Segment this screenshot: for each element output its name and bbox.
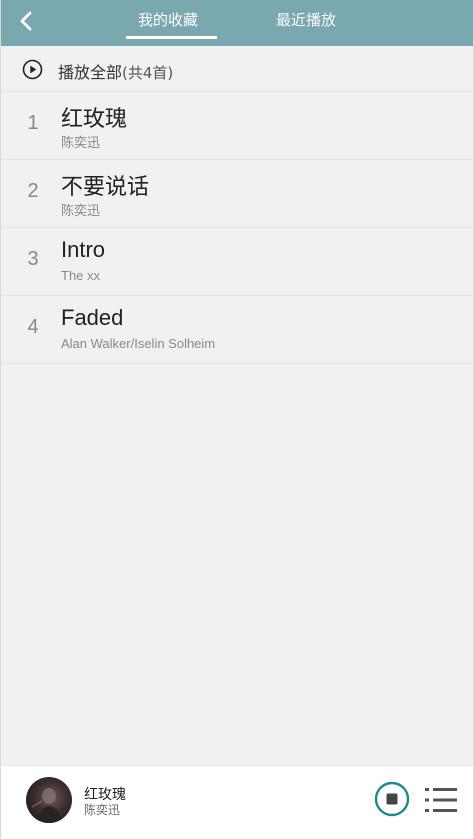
top-navigation-bar: 我的收藏 最近播放 (1, 0, 473, 46)
back-button[interactable] (15, 9, 39, 33)
album-art-image (31, 788, 63, 823)
song-title: Intro (61, 237, 106, 262)
song-index: 2 (27, 180, 39, 202)
playlist-button[interactable] (425, 786, 457, 814)
song-artist: Alan Walker/Iselin Solheim (61, 336, 216, 351)
play-all-button[interactable]: 播放全部(共4首) (1, 46, 473, 92)
song-title: 红玫瑰 (61, 106, 128, 131)
song-title: 不要说话 (61, 174, 150, 199)
album-cover[interactable] (26, 777, 72, 823)
play-all-label: 播放全部(共4首) (58, 59, 173, 83)
stop-circle-icon (374, 781, 410, 817)
song-row[interactable]: 4 Faded Alan Walker/Iselin Solheim (1, 296, 473, 364)
playlist-icon (425, 788, 457, 812)
song-title: Faded (61, 305, 124, 330)
mini-player[interactable]: 红玫瑰 陈奕迅 (1, 765, 473, 839)
song-artist: The xx (61, 268, 101, 283)
play-circle-icon (22, 59, 43, 80)
song-row[interactable]: 1 红玫瑰 陈奕迅 (1, 92, 473, 160)
active-tab-indicator (126, 36, 217, 39)
song-artist: 陈奕迅 (61, 135, 101, 150)
tab-favorites[interactable]: 我的收藏 (138, 0, 198, 46)
now-playing-artist: 陈奕迅 (84, 803, 121, 817)
song-index: 1 (27, 112, 39, 134)
play-all-text: 播放全部 (58, 63, 123, 82)
song-artist: 陈奕迅 (61, 203, 101, 218)
song-index: 3 (27, 248, 39, 270)
song-index: 4 (27, 316, 39, 338)
song-row[interactable]: 2 不要说话 陈奕迅 (1, 160, 473, 228)
stop-button[interactable] (374, 781, 410, 817)
song-count: (共4首) (122, 64, 174, 82)
tab-recent-plays[interactable]: 最近播放 (276, 0, 336, 46)
chevron-left-icon (20, 11, 32, 31)
song-row[interactable]: 3 Intro The xx (1, 228, 473, 296)
